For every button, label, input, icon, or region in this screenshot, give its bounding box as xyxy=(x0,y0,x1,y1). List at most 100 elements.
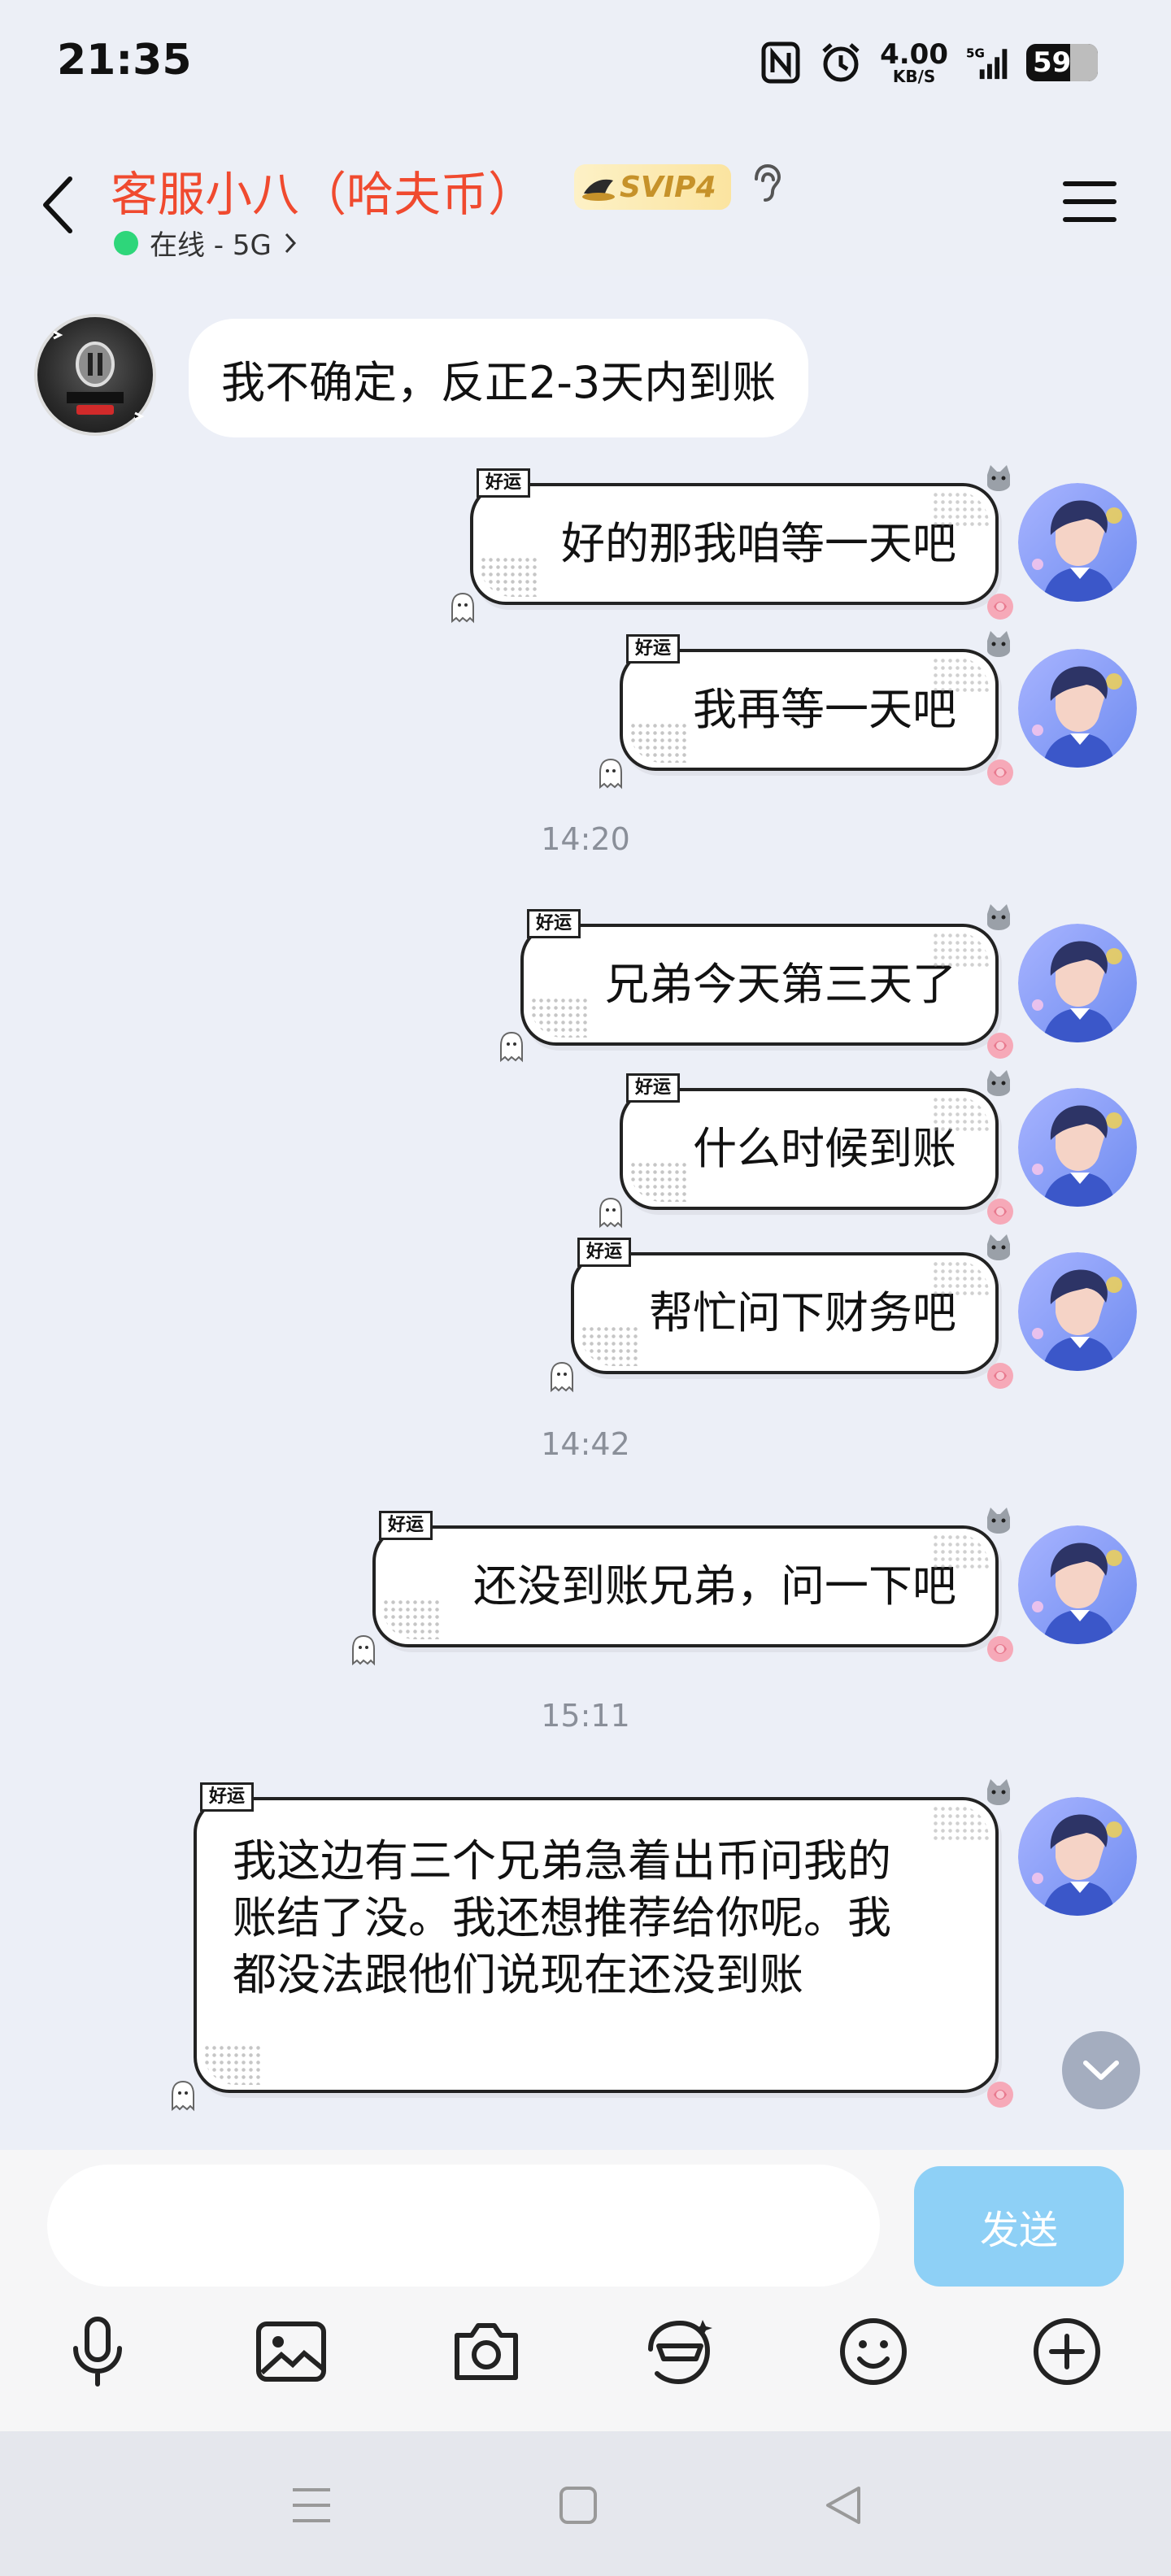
battery-icon: 59 xyxy=(1026,44,1098,81)
bubble-decoration xyxy=(203,2044,260,2085)
system-nav-bar xyxy=(0,2431,1171,2576)
message-bubble-me[interactable]: 好运 我这边有三个兄弟急着出币问我的账结了没。我还想推荐给你呢。我都没法跟他们说… xyxy=(194,1782,999,2093)
status-icons: 4.00 KB/S 5G 59 xyxy=(760,41,1098,85)
bubble-decoration xyxy=(932,1096,989,1132)
bubble-decoration xyxy=(629,722,686,763)
nav-home-icon[interactable] xyxy=(550,2477,607,2534)
nav-back-icon[interactable] xyxy=(815,2477,872,2534)
bubble-decoration xyxy=(932,1260,989,1296)
message-bubble-me[interactable]: 好运 还没到账兄弟，问一下吧 xyxy=(372,1511,999,1647)
message-input[interactable] xyxy=(47,2165,880,2287)
cat-sticker-icon xyxy=(982,1774,1015,1807)
image-icon[interactable] xyxy=(250,2311,332,2392)
ghost-sticker-icon xyxy=(169,2078,197,2113)
scroll-to-bottom-button[interactable] xyxy=(1062,2031,1140,2109)
menu-button[interactable] xyxy=(1062,179,1117,224)
my-avatar[interactable] xyxy=(1018,1525,1137,1644)
my-avatar[interactable] xyxy=(1018,1252,1137,1371)
rose-sticker-icon xyxy=(984,1633,1016,1665)
bubble-decoration xyxy=(932,657,989,693)
my-avatar[interactable] xyxy=(1018,1797,1137,1916)
contact-name[interactable]: 客服小八（哈夫币） xyxy=(111,156,535,224)
alarm-icon xyxy=(820,41,862,84)
back-button[interactable] xyxy=(36,172,85,237)
message-text: 我这边有三个兄弟急着出币问我的账结了没。我还想推荐给你呢。我都没法跟他们说现在还… xyxy=(233,1835,891,2000)
bubble-decoration xyxy=(382,1599,439,1639)
back-arrow-icon xyxy=(43,176,72,233)
signal-5g-icon: 5G xyxy=(966,41,1008,84)
emoji-icon[interactable] xyxy=(833,2311,914,2392)
chat-header: 客服小八（哈夫币） SVIP4 在线 - 5G xyxy=(0,122,1171,276)
my-avatar[interactable] xyxy=(1018,1088,1137,1207)
nav-menu-icon[interactable] xyxy=(283,2477,340,2534)
input-toolbar xyxy=(0,2311,1171,2402)
message-text: 还没到账兄弟，问一下吧 xyxy=(473,1560,956,1612)
svg-text:5G: 5G xyxy=(966,46,985,60)
message-bubble-me[interactable]: 好运 帮忙问下财务吧 xyxy=(571,1238,999,1374)
rose-sticker-icon xyxy=(984,756,1016,789)
plus-icon[interactable] xyxy=(1026,2311,1108,2392)
svip-hat-icon xyxy=(582,179,615,201)
rose-sticker-icon xyxy=(984,590,1016,623)
ear-icon[interactable] xyxy=(747,161,787,210)
timestamp: 14:20 xyxy=(541,821,630,857)
cat-sticker-icon xyxy=(982,899,1015,932)
bubble-decoration xyxy=(629,1161,686,1202)
chevron-down-icon xyxy=(1083,2060,1119,2080)
ghost-sticker-icon xyxy=(597,1195,625,1229)
message-tag: 好运 xyxy=(577,1238,632,1267)
ghost-sticker-icon xyxy=(350,1633,377,1667)
rose-sticker-icon xyxy=(984,2078,1016,2111)
message-text: 好的那我咱等一天吧 xyxy=(561,518,956,569)
status-time: 21:35 xyxy=(57,36,192,85)
cat-sticker-icon xyxy=(982,1065,1015,1098)
message-bubble-cs[interactable]: 我不确定，反正2-3天内到账 xyxy=(189,319,809,437)
sticker-icon[interactable] xyxy=(639,2311,720,2392)
net-speed-unit: KB/S xyxy=(892,67,936,86)
my-avatar[interactable] xyxy=(1018,483,1137,602)
my-avatar[interactable] xyxy=(1018,924,1137,1042)
battery-level: 59 xyxy=(1033,46,1072,79)
bubble-decoration xyxy=(480,556,537,597)
network-speed-icon: 4.00 KB/S xyxy=(880,41,948,85)
svip-badge[interactable]: SVIP4 xyxy=(574,164,731,210)
message-tag: 好运 xyxy=(200,1782,255,1812)
ghost-sticker-icon xyxy=(597,756,625,790)
message-tag: 好运 xyxy=(477,468,531,498)
message-text: 兄弟今天第三天了 xyxy=(605,959,956,1010)
cat-sticker-icon xyxy=(982,1229,1015,1262)
message-text: 我不确定，反正2-3天内到账 xyxy=(221,356,777,408)
message-tag: 好运 xyxy=(527,909,581,938)
message-tag: 好运 xyxy=(626,1073,681,1103)
bubble-decoration xyxy=(581,1325,638,1366)
send-button[interactable]: 发送 xyxy=(914,2166,1124,2287)
my-avatar[interactable] xyxy=(1018,649,1137,768)
ghost-sticker-icon xyxy=(498,1029,525,1064)
menu-icon xyxy=(1063,181,1117,222)
cs-avatar[interactable] xyxy=(34,314,156,436)
message-bubble-me[interactable]: 好运 我再等一天吧 xyxy=(620,634,999,771)
timestamp: 14:42 xyxy=(541,1426,630,1462)
microphone-icon[interactable] xyxy=(57,2311,138,2392)
net-speed-value: 4.00 xyxy=(880,38,948,71)
message-tag: 好运 xyxy=(379,1511,433,1540)
status-bar: 21:35 4.00 KB/S 5G 59 xyxy=(0,0,1171,122)
message-bubble-me[interactable]: 好运 好的那我咱等一天吧 xyxy=(470,468,999,605)
ghost-sticker-icon xyxy=(548,1360,576,1394)
message-bubble-me[interactable]: 好运 兄弟今天第三天了 xyxy=(520,909,999,1046)
chat-area[interactable]: 我不确定，反正2-3天内到账 好运 好的那我咱等一天吧 好运 我再等一天吧 14… xyxy=(0,276,1171,2150)
bubble-decoration xyxy=(932,491,989,527)
ghost-sticker-icon xyxy=(449,590,477,624)
timestamp: 15:11 xyxy=(541,1698,630,1734)
input-bar: 发送 xyxy=(0,2150,1171,2431)
cat-sticker-icon xyxy=(982,626,1015,659)
online-status[interactable]: 在线 - 5G xyxy=(114,223,299,263)
bubble-decoration xyxy=(932,1534,989,1569)
message-tag: 好运 xyxy=(626,634,681,664)
message-bubble-me[interactable]: 好运 什么时候到账 xyxy=(620,1073,999,1210)
bubble-decoration xyxy=(932,932,989,968)
svip-label: SVIP4 xyxy=(620,170,716,204)
chevron-right-icon xyxy=(285,233,296,253)
camera-icon[interactable] xyxy=(446,2311,527,2392)
nfc-icon xyxy=(760,41,802,84)
